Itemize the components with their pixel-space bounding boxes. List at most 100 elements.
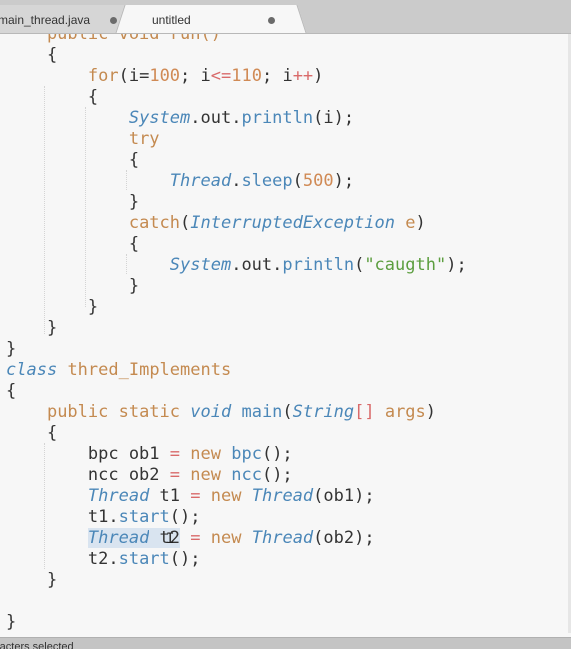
code-line[interactable]: } — [6, 276, 467, 297]
code-line[interactable]: { — [6, 87, 467, 108]
code-token: . — [231, 108, 242, 128]
code-line[interactable]: } — [6, 612, 467, 633]
code-token: out — [200, 108, 232, 128]
tab-label: main_thread.java — [0, 13, 91, 27]
code-token: bpc ob1 — [6, 444, 170, 464]
code-text[interactable]: public void run() { for(i=100; i<=110; i… — [6, 24, 467, 633]
code-token: ( — [292, 171, 303, 191]
code-token: } — [6, 612, 17, 632]
code-token: class — [6, 360, 58, 380]
code-line[interactable]: } — [6, 570, 467, 591]
code-token: sleep — [241, 171, 293, 191]
code-line[interactable]: bpc ob1 = new bpc(); — [6, 444, 467, 465]
code-token: 500 — [302, 171, 334, 191]
code-line[interactable] — [6, 591, 467, 612]
code-editor[interactable]: public void run() { for(i=100; i<=110; i… — [0, 0, 571, 637]
code-token: bpc — [231, 444, 262, 464]
code-token: . — [190, 108, 201, 128]
code-line[interactable]: { — [6, 381, 467, 402]
code-token: } — [6, 570, 58, 590]
tab-bar: main_thread.java untitled — [0, 0, 571, 34]
code-token: = — [190, 486, 201, 506]
code-token: start — [118, 507, 170, 527]
code-line[interactable]: } — [6, 297, 467, 318]
code-line[interactable]: { — [6, 234, 467, 255]
code-token: } — [6, 192, 140, 212]
code-token: e — [405, 213, 416, 233]
code-token: t2. — [6, 549, 119, 569]
code-token: 110 — [231, 66, 262, 86]
code-line[interactable]: Thread.sleep(500); — [6, 171, 467, 192]
code-line[interactable]: t2.start(); — [6, 549, 467, 570]
code-token: . — [231, 255, 242, 275]
tab-untitled[interactable]: untitled — [128, 5, 294, 33]
code-token: ncc — [231, 465, 262, 485]
code-token: void — [190, 402, 232, 422]
code-token: { — [6, 423, 58, 443]
code-token: new — [210, 486, 242, 506]
code-token: . — [231, 171, 242, 191]
unsaved-dot-icon[interactable] — [110, 17, 117, 24]
code-token: = — [169, 465, 181, 485]
code-token: ( — [282, 402, 293, 422]
code-token: { — [6, 381, 17, 401]
code-line[interactable]: public static void main(String[] args) — [6, 402, 467, 423]
code-token: for — [87, 66, 119, 86]
code-token: println — [241, 108, 314, 128]
code-token: = — [190, 528, 201, 548]
code-token: Thread — [251, 486, 314, 506]
code-line[interactable]: System.out.println(i); — [6, 108, 467, 129]
code-token: ncc ob2 — [6, 465, 170, 485]
code-token: = — [169, 444, 181, 464]
code-line[interactable]: { — [6, 423, 467, 444]
code-line[interactable]: for(i=100; i<=110; i++) — [6, 66, 467, 87]
code-token: } — [6, 318, 58, 338]
code-token: println — [282, 255, 355, 275]
code-line[interactable]: Thread t1 = new Thread(ob1); — [6, 486, 467, 507]
code-line[interactable]: { — [6, 45, 467, 66]
code-line[interactable]: t1.start(); — [6, 507, 467, 528]
code-line[interactable]: } — [6, 339, 467, 360]
code-line[interactable]: class thred_Implements — [6, 360, 467, 381]
code-line[interactable]: } — [6, 318, 467, 339]
code-token: { — [6, 234, 140, 254]
code-line[interactable]: catch(InterruptedException e) — [6, 213, 467, 234]
code-token: [] — [354, 402, 375, 422]
code-token: <= — [210, 66, 232, 86]
code-token: new — [190, 465, 221, 485]
code-line[interactable]: Thread t2 = new Thread(ob2); — [6, 528, 467, 549]
code-line[interactable]: ncc ob2 = new ncc(); — [6, 465, 467, 486]
code-line[interactable]: } — [6, 192, 467, 213]
code-line[interactable]: { — [6, 150, 467, 171]
unsaved-dot-icon[interactable] — [268, 17, 275, 24]
code-token: catch — [128, 213, 181, 233]
code-token: (); — [169, 549, 201, 569]
code-token: ; i — [261, 66, 293, 86]
code-line[interactable]: try — [6, 129, 467, 150]
code-token: t1. — [6, 507, 119, 527]
code-token: InterruptedException — [190, 213, 395, 233]
code-token: System — [169, 255, 232, 275]
code-token: ; i — [180, 66, 211, 86]
code-token: out — [241, 255, 273, 275]
code-token: ) — [313, 66, 324, 86]
code-token: ( — [180, 213, 191, 233]
code-token: Thread — [251, 528, 314, 548]
code-token: try — [128, 129, 160, 149]
code-line[interactable]: System.out.println("caugth"); — [6, 255, 467, 276]
tab-label: untitled — [152, 13, 191, 27]
code-token: { — [6, 87, 99, 107]
